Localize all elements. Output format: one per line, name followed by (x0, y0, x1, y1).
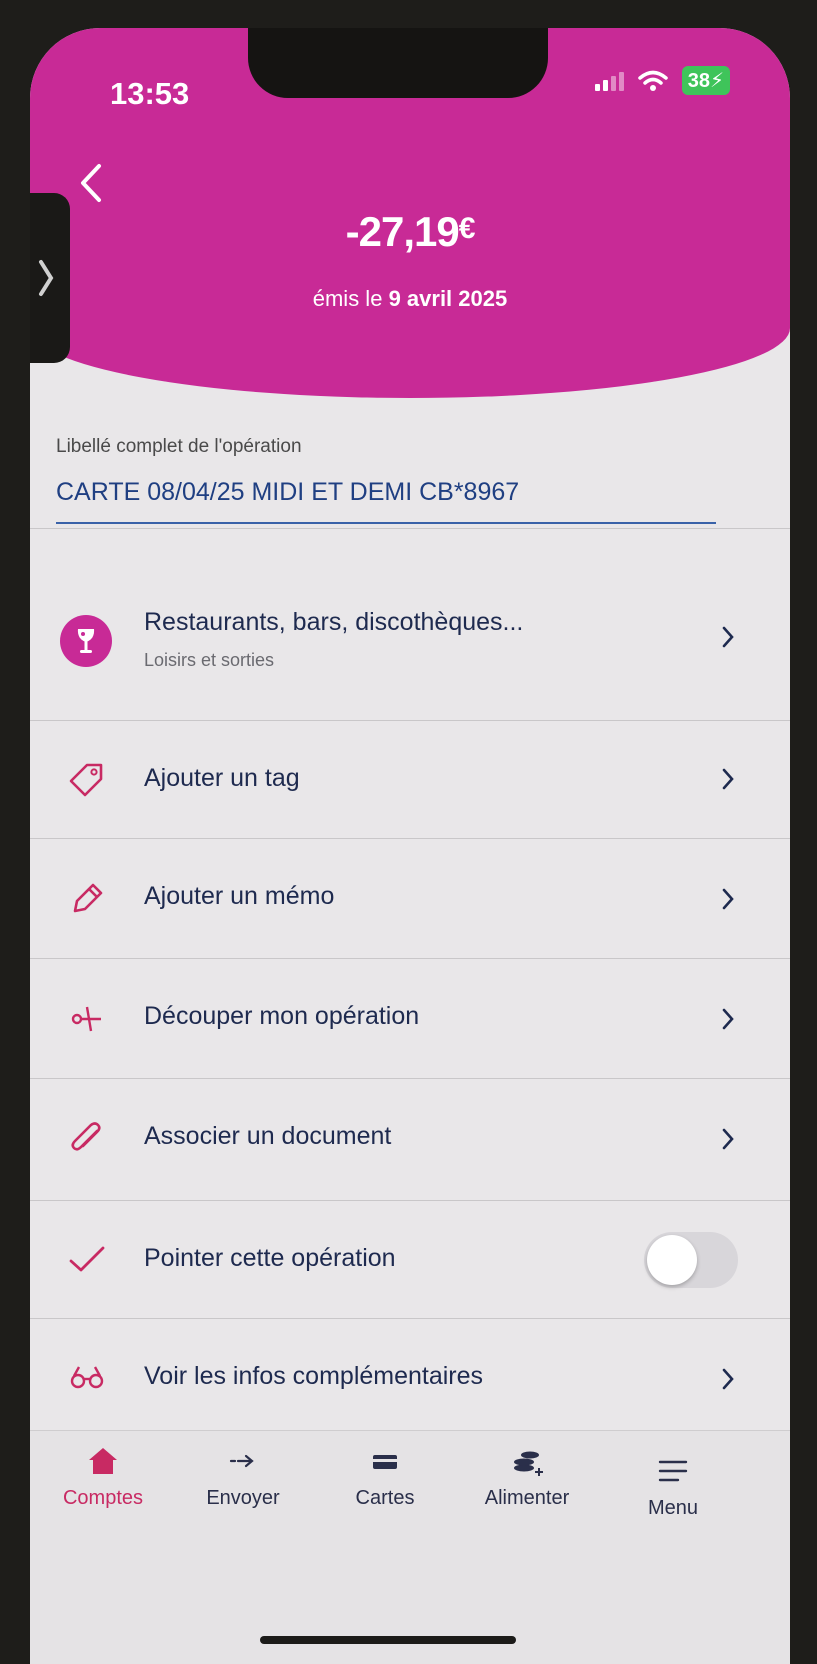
tab-accounts[interactable]: Comptes (38, 1441, 168, 1510)
battery-level: 38 (687, 70, 710, 92)
libelle-underline (56, 522, 716, 524)
status-icons: 38⚡ (594, 66, 730, 95)
tab-accounts-label: Comptes (62, 1487, 144, 1509)
issued-date-line: émis le 9 avril 2025 (30, 286, 790, 312)
app-screen: 13:53 38⚡ -27,19€ émis le 9 avril 2025 L… (30, 28, 790, 1664)
tab-menu[interactable]: Menu (608, 1451, 738, 1520)
hamburger-menu-icon (658, 1451, 688, 1491)
attach-document-row[interactable]: Associer un document (30, 1078, 790, 1200)
pencil-icon (64, 876, 110, 922)
wifi-icon (637, 70, 668, 91)
chevron-right-icon (718, 764, 738, 794)
back-chevron-icon (81, 164, 101, 202)
currency-symbol: € (458, 212, 476, 245)
mark-operation-label: Pointer cette opération (144, 1244, 396, 1272)
scissors-icon (64, 996, 110, 1042)
category-title: Restaurants, bars, discothèques... (144, 608, 524, 636)
home-indicator[interactable] (260, 1636, 516, 1644)
tab-send[interactable]: Envoyer (178, 1441, 308, 1510)
more-info-label: Voir les infos complémentaires (144, 1362, 484, 1390)
back-button[interactable] (70, 158, 110, 208)
libelle-field[interactable]: CARTE 08/04/25 MIDI ET DEMI CB*8967 (56, 478, 519, 507)
battery-indicator: 38⚡ (681, 66, 730, 95)
attach-document-label: Associer un document (144, 1122, 392, 1150)
tag-icon (64, 756, 110, 802)
tab-cards[interactable]: Cartes (320, 1441, 450, 1510)
tab-send-label: Envoyer (206, 1487, 280, 1509)
tab-cards-label: Cartes (355, 1487, 415, 1509)
card-icon (372, 1441, 398, 1481)
split-operation-row[interactable]: Découper mon opération (30, 958, 790, 1078)
transaction-amount: -27,19€ (30, 208, 790, 256)
chevron-right-icon (718, 884, 738, 914)
wine-glass-icon (60, 615, 112, 667)
transfer-arrow-icon (229, 1441, 257, 1481)
add-tag-label: Ajouter un tag (144, 764, 300, 792)
tab-top-up[interactable]: Alimenter (462, 1441, 592, 1510)
chevron-right-icon (718, 1364, 738, 1394)
coins-plus-icon (510, 1441, 544, 1481)
status-time: 13:53 (110, 76, 190, 111)
mark-operation-row: Pointer cette opération (30, 1200, 790, 1318)
home-icon (87, 1441, 119, 1481)
paperclip-icon (64, 1116, 110, 1162)
checkmark-icon (64, 1236, 110, 1282)
tab-top-up-label: Alimenter (484, 1487, 570, 1509)
add-tag-row[interactable]: Ajouter un tag (30, 720, 790, 838)
phone-device: 13:53 38⚡ -27,19€ émis le 9 avril 2025 L… (0, 0, 817, 1664)
amount-value: -27,19 (345, 208, 460, 255)
chevron-right-icon (718, 1004, 738, 1034)
device-notch (248, 28, 548, 98)
libelle-label: Libellé complet de l'opération (56, 436, 302, 457)
charging-icon: ⚡ (709, 70, 724, 92)
chevron-right-icon (718, 622, 738, 652)
divider (30, 528, 790, 529)
chevron-right-icon (718, 1124, 738, 1154)
more-info-row[interactable]: Voir les infos complémentaires (30, 1318, 790, 1436)
category-row[interactable]: Restaurants, bars, discothèques... Loisi… (30, 558, 790, 720)
add-memo-label: Ajouter un mémo (144, 882, 335, 910)
cellular-signal-icon (594, 71, 624, 91)
issued-date: 9 avril 2025 (388, 286, 508, 311)
mark-operation-toggle[interactable] (644, 1232, 738, 1288)
binoculars-icon (64, 1354, 110, 1400)
tab-menu-label: Menu (647, 1497, 699, 1519)
category-subtitle: Loisirs et sorties (144, 650, 275, 670)
toggle-knob (647, 1235, 697, 1285)
issued-prefix: émis le (312, 286, 383, 311)
add-memo-row[interactable]: Ajouter un mémo (30, 838, 790, 958)
bottom-tab-bar: Comptes Envoyer Cartes Alimenter Menu (30, 1430, 790, 1664)
split-operation-label: Découper mon opération (144, 1002, 420, 1030)
category-icon-wrap (58, 613, 114, 669)
